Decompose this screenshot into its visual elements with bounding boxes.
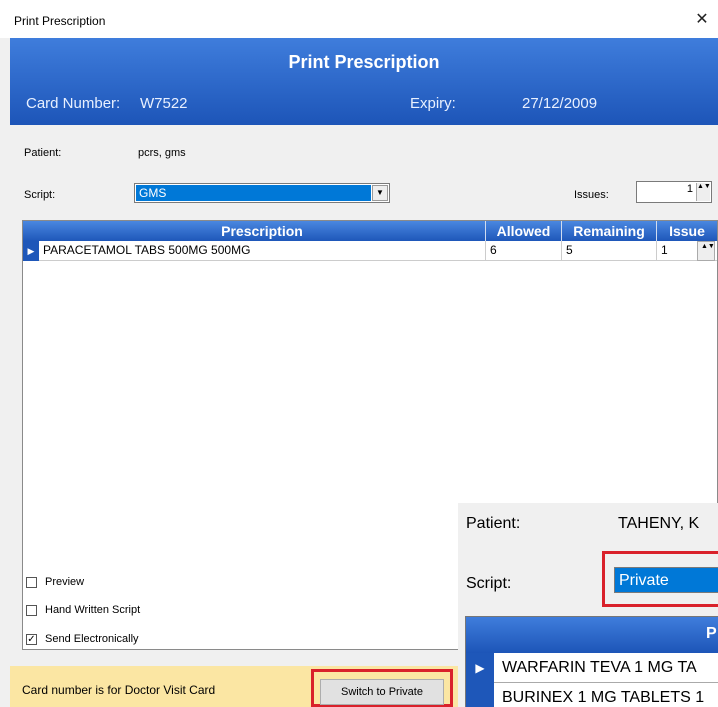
cell-prescription: PARACETAMOL TABS 500MG 500MG	[39, 241, 486, 261]
hand-written-checkbox[interactable]	[26, 605, 37, 616]
script-dropdown[interactable]: GMS ▼	[134, 183, 390, 203]
hand-written-label: Hand Written Script	[45, 604, 141, 616]
zoom-grid: P ▶ WARFARIN TEVA 1 MG TA BURINEX 1 MG T…	[465, 616, 718, 707]
table-row[interactable]: PARACETAMOL TABS 500MG 500MG 6 5 1 ▲▼	[23, 241, 717, 261]
issues-value: 1	[686, 183, 693, 195]
column-header-issue[interactable]: Issue	[657, 221, 717, 241]
zoom-patient-label: Patient:	[466, 515, 521, 532]
patient-value: pcrs, gms	[138, 147, 186, 159]
zoom-row-selector-icon: ▶	[466, 653, 494, 683]
zoom-script-label: Script:	[466, 575, 512, 592]
column-header-remaining[interactable]: Remaining	[562, 221, 657, 241]
column-header-prescription[interactable]: Prescription	[39, 221, 486, 241]
card-type-message: Card number is for Doctor Visit Card	[22, 683, 216, 697]
send-electronically-checkbox[interactable]: ✓	[26, 634, 37, 645]
expiry-label: Expiry:	[410, 95, 456, 112]
cell-allowed: 6	[486, 241, 562, 261]
patient-label: Patient:	[24, 147, 62, 159]
issues-label: Issues:	[574, 189, 609, 201]
window-title: Print Prescription	[14, 14, 106, 28]
preview-label: Preview	[45, 576, 85, 588]
close-icon[interactable]: ✕	[692, 10, 712, 30]
zoom-grid-header: P	[466, 617, 718, 653]
zoom-row: BURINEX 1 MG TABLETS 1	[466, 683, 718, 707]
header-banner: Print Prescription Card Number: W7522 Ex…	[10, 38, 718, 125]
spinner-icon[interactable]: ▲▼	[696, 183, 711, 201]
zoom-script-selected[interactable]: Private	[614, 567, 718, 593]
zoom-header-text: P	[706, 625, 717, 642]
zoom-row-selector-blank	[466, 683, 494, 707]
zoom-row: ▶ WARFARIN TEVA 1 MG TA	[466, 653, 718, 683]
preview-checkbox[interactable]	[26, 577, 37, 588]
card-number-value: W7522	[140, 95, 188, 112]
chevron-down-icon[interactable]: ▼	[372, 185, 388, 201]
cell-remaining: 5	[562, 241, 657, 261]
send-electronically-label: Send Electronically	[45, 633, 139, 645]
column-header-allowed[interactable]: Allowed	[486, 221, 562, 241]
grid-header: Prescription Allowed Remaining Issue	[23, 221, 717, 241]
print-prescription-window: Print Prescription ✕ Print Prescription …	[0, 0, 718, 707]
zoom-row-text: WARFARIN TEVA 1 MG TA	[502, 659, 697, 676]
card-number-label: Card Number:	[26, 95, 121, 112]
expiry-value: 27/12/2009	[522, 95, 598, 112]
title-bar: Print Prescription ✕	[0, 0, 718, 38]
banner-title: Print Prescription	[288, 52, 440, 72]
zoom-inset: Patient: TAHENY, K Script: Private P ▶ W…	[458, 503, 718, 707]
zoom-patient-value: TAHENY, K	[618, 515, 700, 532]
script-selected: GMS	[136, 185, 371, 201]
script-label: Script:	[24, 189, 56, 201]
switch-to-private-button[interactable]: Switch to Private	[320, 679, 444, 705]
zoom-row-text: BURINEX 1 MG TABLETS 1	[502, 689, 705, 706]
issues-stepper[interactable]: 1 ▲▼	[636, 181, 712, 203]
issue-spinner-icon[interactable]: ▲▼	[697, 241, 715, 261]
